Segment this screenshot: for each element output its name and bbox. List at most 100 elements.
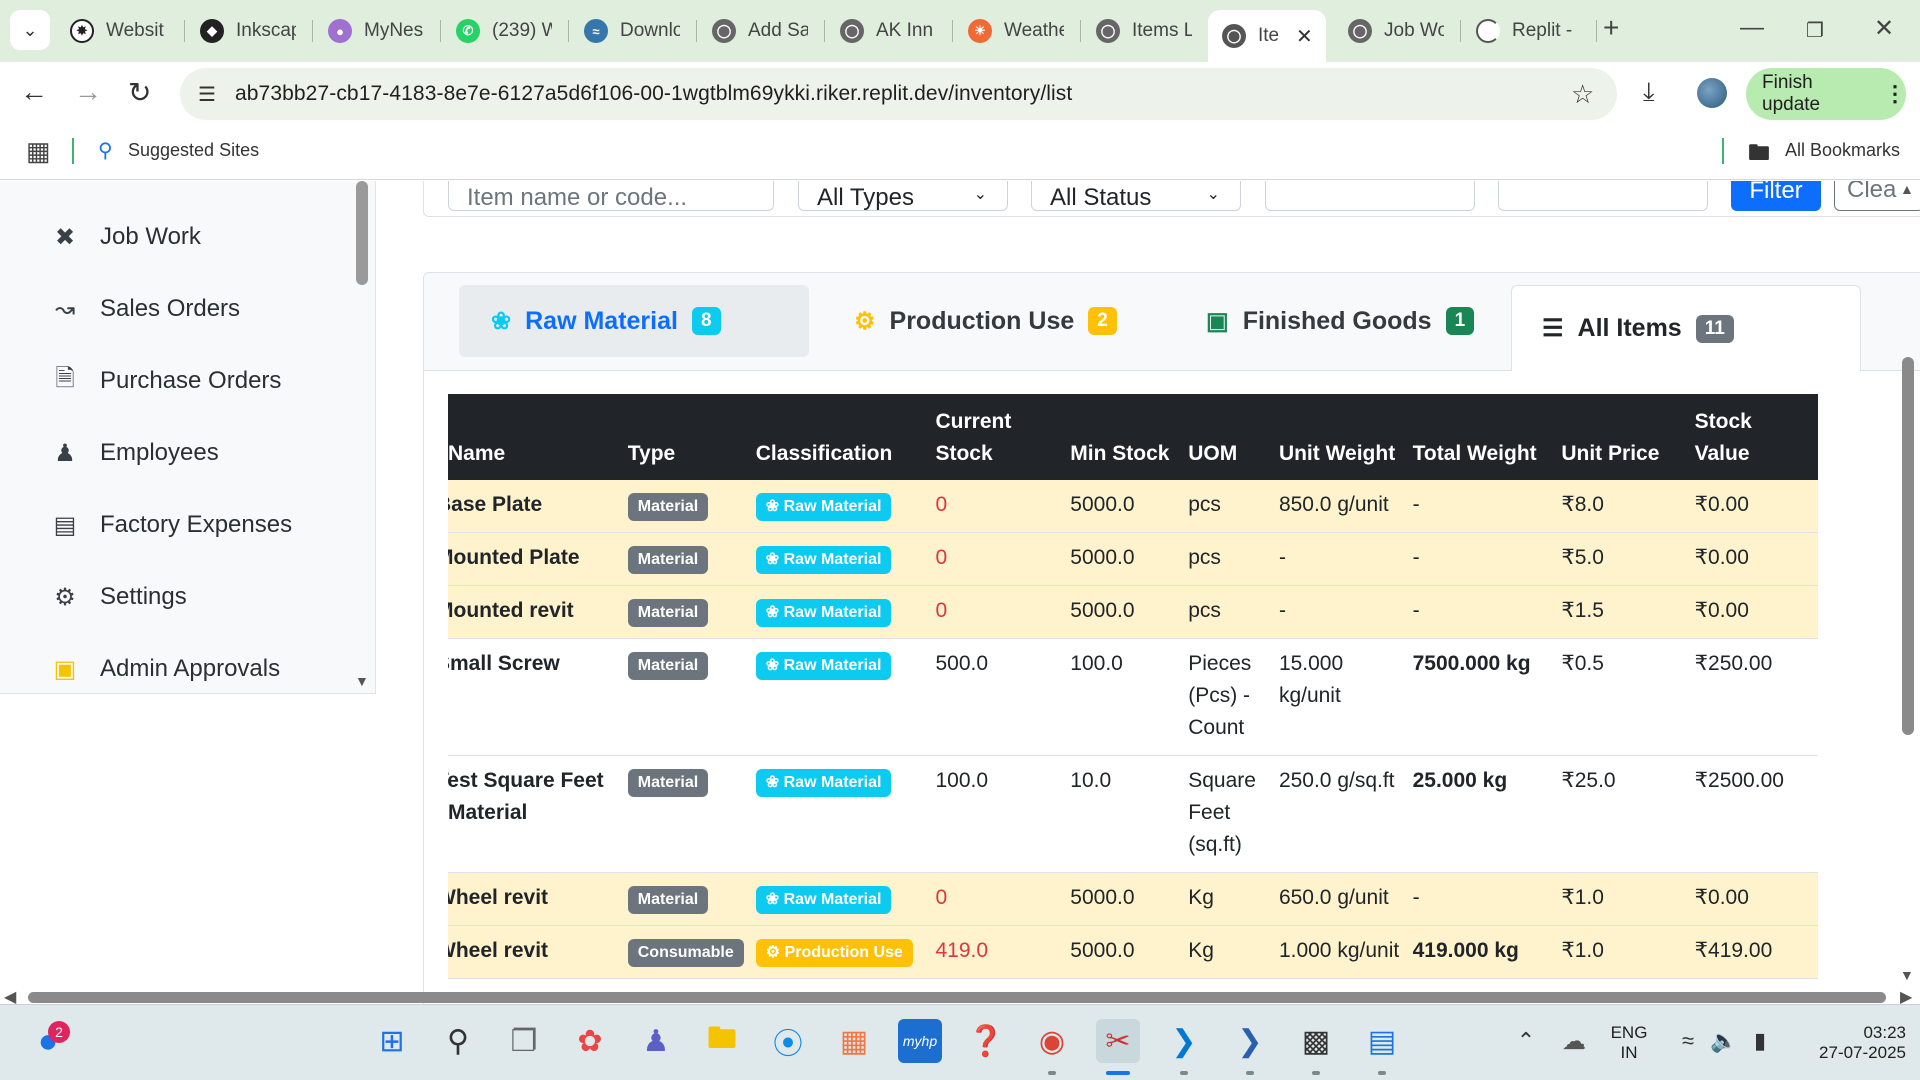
column-header-current-stock[interactable]: Current Stock xyxy=(929,394,1065,480)
column-header-uom[interactable]: UOM xyxy=(1182,394,1273,480)
browser-tab[interactable]: ◯ AK Inn xyxy=(840,10,940,52)
download-icon[interactable]: ⤓ xyxy=(1643,76,1655,108)
stock-value: ₹0.00 xyxy=(1688,532,1818,586)
browser-tab[interactable]: ✸ Websit xyxy=(70,10,170,52)
type-select-value: All Types xyxy=(817,184,914,211)
column-header-name[interactable]: Name xyxy=(448,394,622,480)
myhp-icon[interactable]: myhp xyxy=(898,1019,942,1063)
address-bar[interactable]: ☰ ab73bb27-cb17-4183-8e7e-6127a5d6f106-0… xyxy=(180,68,1617,120)
browser-tab[interactable]: ≈ Downlo xyxy=(584,10,684,52)
filter-button[interactable]: Filter xyxy=(1731,181,1821,211)
copilot-icon[interactable]: ✿ xyxy=(568,1019,612,1063)
language-indicator[interactable]: ENG IN xyxy=(1604,1023,1654,1063)
date-to-input[interactable] xyxy=(1498,181,1708,211)
browser-tab[interactable]: ● MyNes xyxy=(328,10,428,52)
tab-production-use[interactable]: ⚙ Production Use 2 xyxy=(838,285,1128,357)
scroll-down-arrow-icon[interactable]: ▼ xyxy=(355,673,369,689)
table-row[interactable]: Mounted revit Material ❀ Raw Material 0 … xyxy=(448,585,1818,639)
edge-icon[interactable]: ⦿ xyxy=(766,1019,810,1063)
notepad-icon[interactable]: ▤ xyxy=(1360,1019,1404,1063)
tab-raw-material[interactable]: ❀ Raw Material 8 xyxy=(459,285,809,357)
browser-tab[interactable]: ◯ Job Wo xyxy=(1348,10,1448,52)
reload-icon[interactable]: ↻ xyxy=(128,76,151,109)
min-stock: 5000.0 xyxy=(1064,872,1183,926)
date-from-input[interactable] xyxy=(1265,181,1475,211)
sidebar-item-admin-approvals[interactable]: ▣ Admin Approvals xyxy=(50,649,280,689)
restore-icon[interactable]: ❐ xyxy=(1806,18,1824,43)
browser-tab[interactable]: ☀ Weathe xyxy=(968,10,1068,52)
suggested-sites-link[interactable]: Suggested Sites xyxy=(128,140,259,161)
new-tab-plus-icon[interactable]: + xyxy=(1603,12,1619,44)
column-header-min-stock[interactable]: Min Stock xyxy=(1064,394,1183,480)
uom: pcs xyxy=(1182,585,1273,639)
chrome-icon[interactable]: ◉ xyxy=(1030,1019,1074,1063)
star-bookmark-icon[interactable]: ☆ xyxy=(1571,79,1594,110)
column-header-stock-value[interactable]: Stock Value xyxy=(1688,394,1818,480)
apps-grid-icon[interactable]: ▦ xyxy=(26,136,51,167)
sidebar-scrollbar[interactable] xyxy=(356,181,368,285)
browser-tab-active[interactable]: ◯ Ite ✕ xyxy=(1208,10,1326,62)
onedrive-icon[interactable]: ☁ xyxy=(1552,1019,1596,1063)
table-row[interactable]: Wheel revit Material ❀ Raw Material 0 50… xyxy=(448,872,1818,926)
sidebar-item-job-work[interactable]: ✖ Job Work xyxy=(50,217,201,257)
page-vertical-scrollbar[interactable] xyxy=(1902,357,1914,735)
browser-tab[interactable]: ◯ Add Sa xyxy=(712,10,812,52)
all-bookmarks-link[interactable]: All Bookmarks xyxy=(1785,140,1900,161)
scroll-down-arrow-icon[interactable]: ▼ xyxy=(1900,967,1914,983)
store-icon[interactable]: ▦ xyxy=(832,1019,876,1063)
sidebar-item-employees[interactable]: ♟ Employees xyxy=(50,433,219,473)
status-select[interactable]: All Status ⌄ xyxy=(1031,181,1241,211)
table-row[interactable]: Small Screw Material ❀ Raw Material 500.… xyxy=(448,638,1818,756)
search-icon[interactable]: ⚲ xyxy=(436,1019,480,1063)
current-stock: 100.0 xyxy=(929,755,1065,873)
type-select[interactable]: All Types ⌄ xyxy=(798,181,1008,211)
sidebar-item-factory-expenses[interactable]: ▤ Factory Expenses xyxy=(50,505,292,545)
battery-icon[interactable]: ▮ xyxy=(1738,1019,1782,1063)
terminal-icon[interactable]: ▩ xyxy=(1294,1019,1338,1063)
browser-tab[interactable]: ◆ Inkscap xyxy=(200,10,300,52)
column-header-unit-weight[interactable]: Unit Weight xyxy=(1272,394,1407,480)
sidebar-item-purchase-orders[interactable]: 🗎 Purchase Orders xyxy=(50,361,281,401)
tab-all-items[interactable]: ☰ All Items 11 xyxy=(1511,285,1861,371)
teams-icon[interactable]: ♟ xyxy=(634,1019,678,1063)
column-header-type[interactable]: Type xyxy=(621,394,750,480)
file-explorer-icon[interactable]: 🖿 xyxy=(700,1019,744,1063)
table-row[interactable]: Wheel revit Consumable ⚙ Production Use … xyxy=(448,925,1818,979)
close-icon[interactable]: ✕ xyxy=(1296,24,1313,49)
scroll-up-arrow-icon[interactable]: ▲ xyxy=(1900,181,1914,197)
close-window-icon[interactable]: ✕ xyxy=(1874,14,1894,43)
browser-tab[interactable]: Replit - xyxy=(1476,10,1586,52)
browser-tab[interactable]: ◯ Items L xyxy=(1096,10,1196,52)
tab-label: Raw Material xyxy=(525,306,678,335)
chevron-up-icon[interactable]: ⌃ xyxy=(1504,1019,1548,1063)
site-settings-icon[interactable]: ☰ xyxy=(198,82,216,107)
column-header-text: Current xyxy=(935,410,1012,433)
windows-start-icon[interactable]: ⊞ xyxy=(370,1019,414,1063)
table-row[interactable]: Test Square Feet Material Material ❀ Raw… xyxy=(448,755,1818,873)
column-header-classification[interactable]: Classification xyxy=(749,394,930,480)
sidebar-item-settings[interactable]: ⚙ Settings xyxy=(50,577,186,617)
profile-avatar[interactable] xyxy=(1697,78,1727,108)
vscode-icon[interactable]: ❯ xyxy=(1162,1019,1206,1063)
sidebar-item-sales-orders[interactable]: ↝ Sales Orders xyxy=(50,289,240,329)
tab-finished-goods[interactable]: ▣ Finished Goods 1 xyxy=(1192,285,1482,357)
table-row[interactable]: Mounted Plate Material ❀ Raw Material 0 … xyxy=(448,532,1818,586)
tab-search-button[interactable]: ⌄ xyxy=(10,10,50,50)
finish-update-button[interactable]: Finish update ⋮ xyxy=(1746,68,1906,120)
snipping-tool-icon[interactable]: ✂ xyxy=(1096,1019,1140,1063)
browser-tab[interactable]: ✆ (239) W xyxy=(456,10,556,52)
powershell-icon[interactable]: ❯ xyxy=(1228,1019,1272,1063)
page-horizontal-scrollbar[interactable] xyxy=(28,992,1886,1003)
minimize-icon[interactable]: — xyxy=(1740,14,1764,42)
column-header-total-weight[interactable]: Total Weight xyxy=(1406,394,1556,480)
table-row[interactable]: Base Plate Material ❀ Raw Material 0 500… xyxy=(448,480,1818,533)
search-input[interactable]: Item name or code... xyxy=(448,181,774,211)
task-view-icon[interactable]: ❐ xyxy=(502,1019,546,1063)
forward-arrow-icon[interactable]: → xyxy=(74,76,102,108)
back-arrow-icon[interactable]: ← xyxy=(20,76,48,108)
help-icon[interactable]: ❓ xyxy=(964,1019,1008,1063)
box-icon: ▣ xyxy=(1206,307,1229,335)
tab-count-badge: 2 xyxy=(1088,307,1117,335)
clock[interactable]: 03:23 27-07-2025 xyxy=(1786,1023,1906,1063)
column-header-unit-price[interactable]: Unit Price xyxy=(1555,394,1689,480)
